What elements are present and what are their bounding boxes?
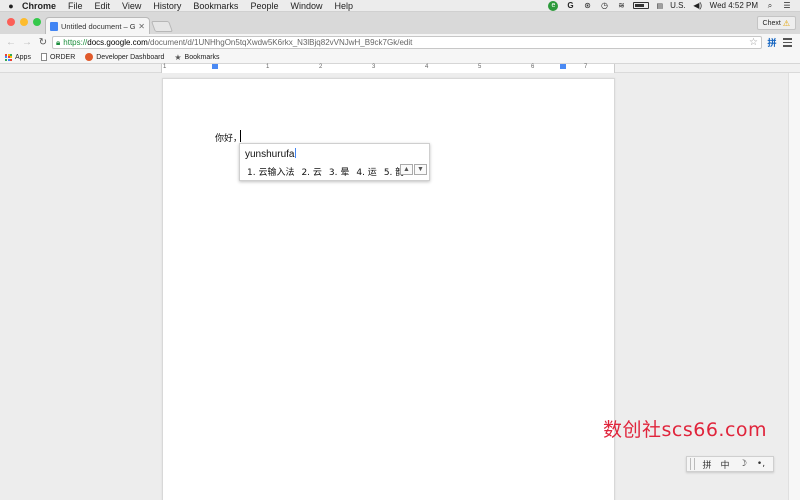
lock-icon[interactable]: 🔒︎ — [56, 38, 60, 48]
ruler-number: 1 — [266, 64, 270, 70]
menu-history[interactable]: History — [153, 1, 181, 11]
ime-composition-text: yunshurufa — [245, 148, 297, 160]
zoom-window-button[interactable] — [33, 18, 41, 26]
bookmark-dev-label: Developer Dashboard — [96, 53, 165, 61]
evernote-icon[interactable]: e — [548, 0, 559, 11]
forward-arrow-icon[interactable]: → — [19, 37, 35, 48]
menu-chrome[interactable]: Chrome — [22, 1, 56, 11]
bookmark-order-label: ORDER — [49, 53, 76, 61]
apps-grid-icon — [5, 53, 12, 61]
ruler-page-span[interactable]: 1 1 2 3 4 5 6 7 — [161, 64, 615, 73]
ruler-number: 3 — [372, 64, 376, 70]
drag-handle[interactable] — [690, 458, 695, 470]
notification-center-icon[interactable]: ☰ — [782, 1, 792, 11]
ruler-number: 7 — [584, 64, 588, 70]
bookmark-apps[interactable]: Apps — [5, 53, 31, 61]
google-docs-icon — [50, 21, 58, 31]
bookmark-folder[interactable]: ★ Bookmarks — [174, 53, 219, 62]
right-indent-marker[interactable] — [560, 64, 566, 69]
bookmark-folder-label: Bookmarks — [184, 53, 220, 61]
watermark: 数创社scs66.com — [603, 419, 768, 441]
volume-icon[interactable]: ◀) — [693, 1, 703, 11]
text-cursor — [240, 130, 241, 142]
chevron-down-icon[interactable]: ▼ — [414, 164, 427, 175]
chrome-menu-icon[interactable] — [783, 38, 792, 47]
ruler-number: 4 — [425, 64, 429, 70]
bookmarks-bar: Apps ORDER Developer Dashboard ★ Bookmar… — [0, 51, 800, 64]
ime-extension-button[interactable]: 拼 — [766, 36, 778, 49]
us-flag-icon: ▤ — [656, 2, 664, 10]
spotlight-search-icon[interactable]: ⌕ — [765, 1, 775, 11]
bookmark-apps-label: Apps — [15, 53, 31, 61]
back-arrow-icon[interactable]: ← — [3, 37, 19, 48]
sync-icon[interactable]: ⊛ — [582, 1, 592, 11]
punctuation-toggle[interactable]: •, — [752, 459, 770, 469]
menu-help[interactable]: Help — [334, 1, 353, 11]
menu-view[interactable]: View — [122, 1, 141, 11]
left-indent-marker[interactable] — [212, 64, 218, 69]
profile-label: Chext — [762, 19, 781, 27]
bookmark-order[interactable]: ORDER — [40, 53, 76, 61]
developer-dashboard-icon — [85, 53, 94, 61]
menu-bookmarks[interactable]: Bookmarks — [193, 1, 238, 11]
menu-file[interactable]: File — [68, 1, 83, 11]
tab-title: Untitled document – Googl — [61, 21, 136, 31]
vertical-scrollbar[interactable] — [788, 73, 800, 500]
url-path: /document/d/1UNHhgOn5tqXwdw5K6rkx_N3lBjq… — [147, 38, 413, 47]
ime-pager: ▲ ▼ — [400, 164, 427, 175]
bookmark-star-icon[interactable]: ☆ — [749, 37, 758, 48]
chevron-up-icon[interactable]: ▲ — [400, 164, 413, 175]
ime-candidate-list: 1. 云输入法 2. 云 3. 晕 4. 运 5. 韵 — [247, 165, 404, 178]
ime-status-bar: 拼 中 ☽ •, — [686, 456, 774, 472]
menu-edit[interactable]: Edit — [95, 1, 111, 11]
macos-menu-bar: ● Chrome File Edit View History Bookmark… — [0, 0, 800, 12]
menu-window[interactable]: Window — [290, 1, 322, 11]
wifi-icon[interactable]: ≋ — [616, 1, 626, 11]
reload-icon[interactable]: ↻ — [35, 37, 51, 48]
new-tab-button[interactable] — [150, 21, 174, 32]
time-machine-icon[interactable]: ◷ — [599, 1, 609, 11]
ruler-number: 2 — [319, 64, 323, 70]
document-text[interactable]: 你好， — [215, 131, 242, 144]
star-icon: ★ — [174, 52, 182, 62]
ime-input-value: yunshurufa — [245, 149, 295, 160]
window-controls — [7, 18, 41, 26]
menubar-clock[interactable]: Wed 4:52 PM — [710, 1, 758, 10]
ime-candidate[interactable]: 4. 运 — [356, 165, 376, 178]
ime-caret — [295, 148, 297, 158]
ime-mode-button[interactable]: 拼 — [698, 458, 716, 471]
tab-strip: Untitled document – Googl ✕ Chext ⚠ — [0, 12, 800, 34]
input-source-label[interactable]: U.S. — [670, 1, 686, 10]
ime-candidate[interactable]: 2. 云 — [301, 165, 321, 178]
profile-button[interactable]: Chext ⚠ — [756, 16, 796, 30]
half-width-moon-icon[interactable]: ☽ — [734, 459, 752, 469]
url-domain: docs.google.com — [87, 38, 148, 47]
ime-candidate-window: yunshurufa 1. 云输入法 2. 云 3. 晕 4. 运 5. 韵 ▲… — [239, 143, 430, 181]
ruler-number: 1 — [163, 64, 167, 70]
battery-icon[interactable] — [633, 2, 650, 9]
minimize-window-button[interactable] — [20, 18, 28, 26]
close-window-button[interactable] — [7, 18, 15, 26]
ruler-number: 6 — [531, 64, 535, 70]
ruler-number: 5 — [478, 64, 482, 70]
browser-toolbar: ← → ↻ 🔒︎ https:// docs.google.com /docum… — [0, 34, 800, 51]
google-icon[interactable]: G — [565, 1, 575, 11]
docs-ruler: 1 1 2 3 4 5 6 7 — [0, 64, 800, 73]
address-bar[interactable]: 🔒︎ https:// docs.google.com /document/d/… — [52, 36, 762, 49]
tab-google-doc[interactable]: Untitled document – Googl ✕ — [45, 17, 150, 34]
ime-language-toggle[interactable]: 中 — [716, 458, 734, 471]
bookmark-developer-dashboard[interactable]: Developer Dashboard — [85, 53, 164, 61]
ime-candidate[interactable]: 3. 晕 — [329, 165, 349, 178]
page-icon — [40, 53, 47, 61]
menu-extras: e G ⊛ ◷ ≋ ▤ U.S. ◀) Wed 4:52 PM ⌕ ☰ — [548, 0, 800, 11]
menu-people[interactable]: People — [250, 1, 278, 11]
ime-candidate[interactable]: 1. 云输入法 — [247, 165, 294, 178]
warning-icon: ⚠ — [782, 18, 790, 28]
url-scheme: https:// — [63, 38, 88, 47]
tab-close-icon[interactable]: ✕ — [138, 22, 145, 31]
apple-icon[interactable]: ● — [0, 1, 22, 11]
